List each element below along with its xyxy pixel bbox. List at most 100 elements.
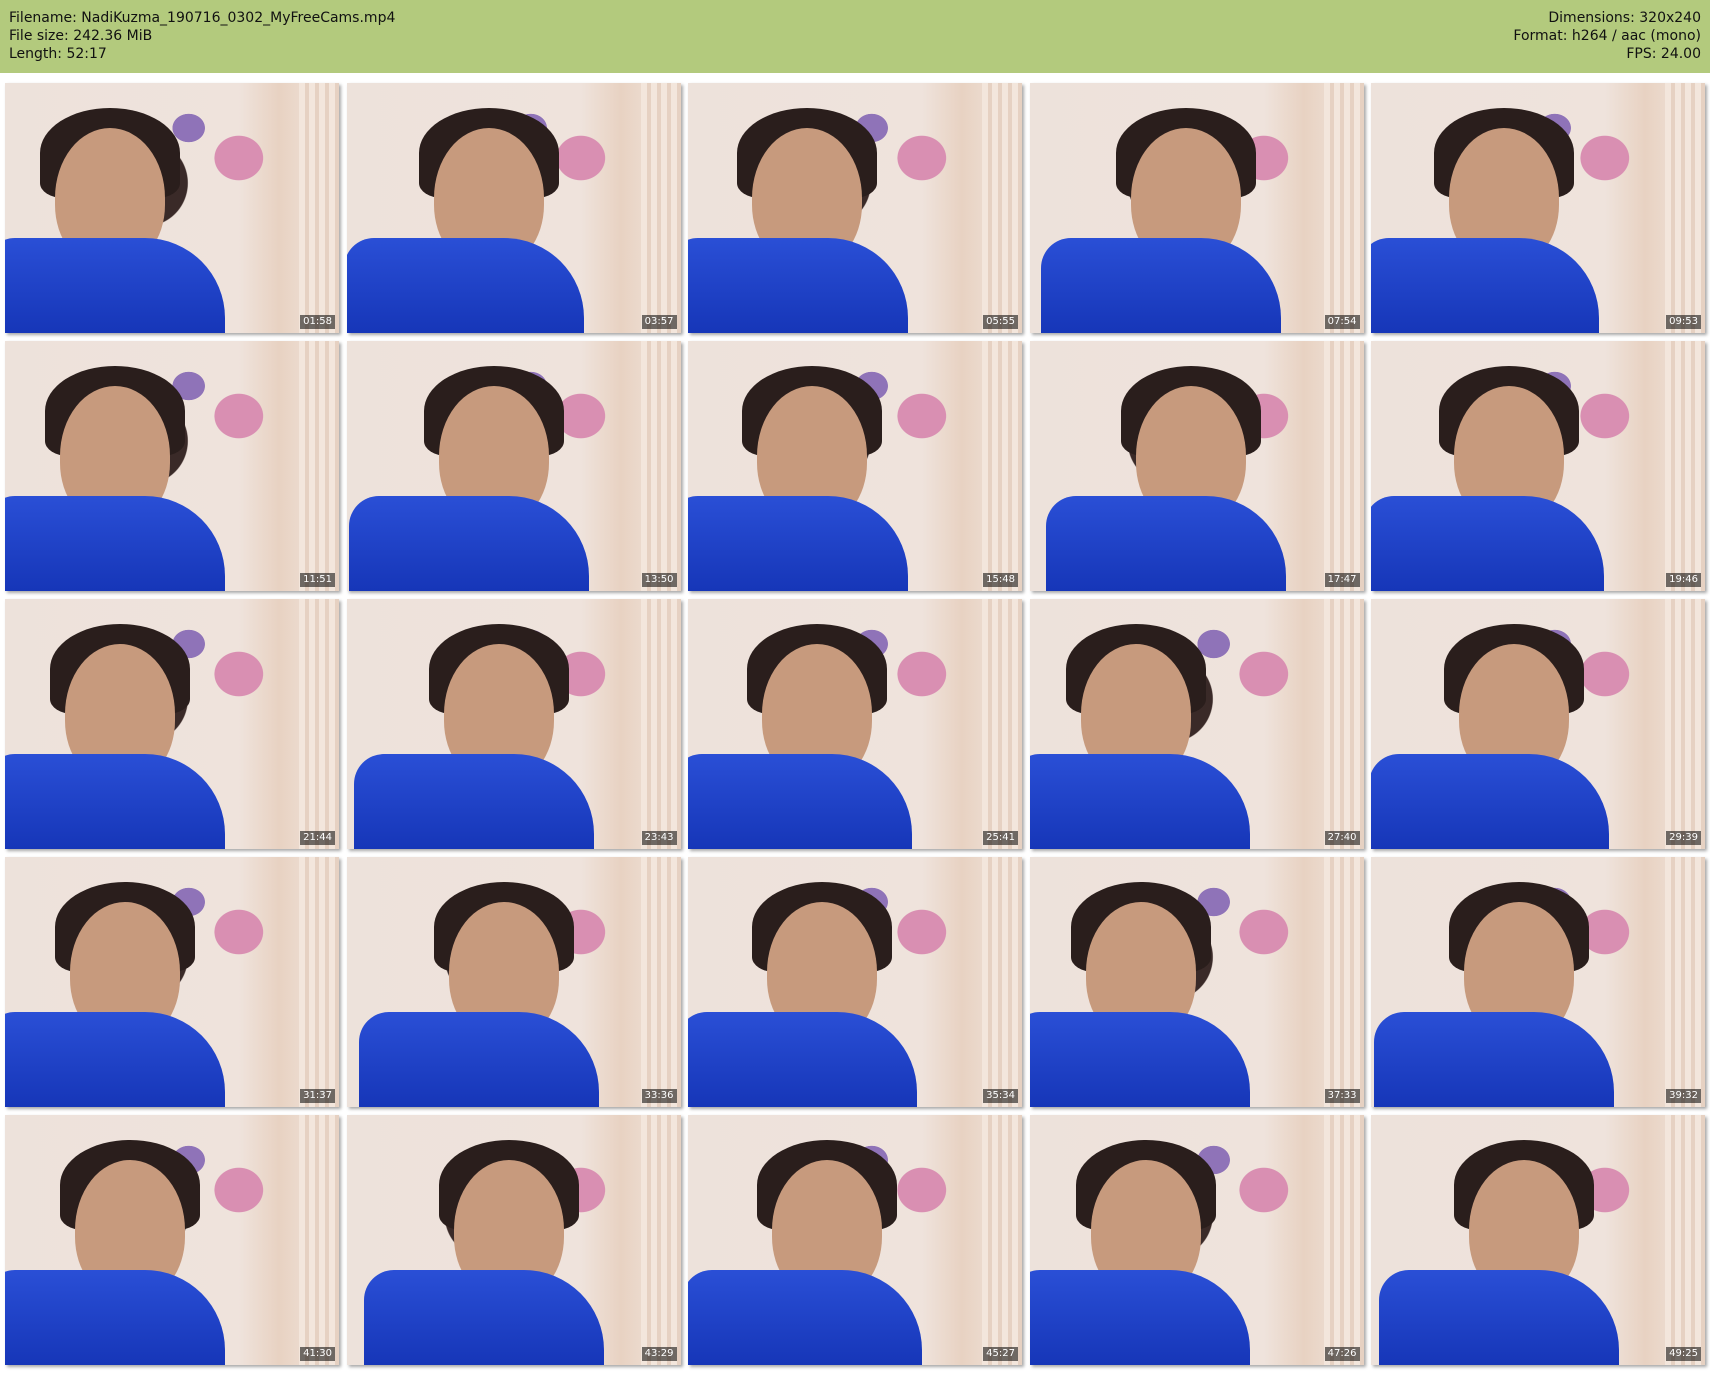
fps-text: FPS: 24.00	[1626, 46, 1701, 62]
curtain-background	[982, 341, 1022, 591]
video-frame-thumbnail: 19:46	[1371, 341, 1705, 591]
curtain-background	[299, 857, 339, 1107]
blue-dress-shape	[688, 238, 908, 333]
timestamp-label: 31:37	[300, 1089, 335, 1103]
timestamp-label: 25:41	[983, 831, 1018, 845]
video-frame-thumbnail: 35:34	[688, 857, 1022, 1107]
thumbnail-grid: 01:58 03:57 05:55 07:54 09:53 11:51 13:50 15:48…	[5, 83, 1705, 1365]
blue-dress-shape	[348, 496, 589, 591]
curtain-background	[982, 1115, 1022, 1365]
curtain-background	[1665, 1115, 1705, 1365]
timestamp-label: 21:44	[300, 831, 335, 845]
blue-dress-shape	[363, 1270, 604, 1365]
curtain-background	[1665, 83, 1705, 333]
blue-dress-shape	[688, 1270, 922, 1365]
blue-dress-shape	[1371, 754, 1609, 849]
blue-dress-shape	[5, 238, 225, 333]
video-frame-thumbnail: 43:29	[346, 1115, 681, 1365]
timestamp-label: 19:46	[1666, 573, 1701, 587]
timestamp-label: 41:30	[300, 1347, 335, 1361]
timestamp-label: 47:26	[1324, 1347, 1360, 1361]
blue-dress-shape	[1379, 1270, 1619, 1365]
timestamp-label: 45:27	[983, 1347, 1018, 1361]
curtain-background	[1665, 341, 1705, 591]
format-text: Format: h264 / aac (mono)	[1513, 28, 1701, 44]
timestamp-label: 11:51	[300, 573, 335, 587]
timestamp-label: 01:58	[300, 315, 335, 329]
video-frame-thumbnail: 09:53	[1371, 83, 1705, 333]
blue-dress-shape	[1029, 754, 1250, 849]
curtain-background	[640, 599, 681, 849]
curtain-background	[299, 341, 339, 591]
timestamp-label: 27:40	[1324, 831, 1360, 845]
curtain-background	[1323, 341, 1364, 591]
video-frame-thumbnail: 29:39	[1371, 599, 1705, 849]
video-frame-thumbnail: 25:41	[688, 599, 1022, 849]
video-frame-thumbnail: 47:26	[1029, 1115, 1364, 1365]
blue-dress-shape	[346, 238, 584, 333]
video-frame-thumbnail: 37:33	[1029, 857, 1364, 1107]
blue-dress-shape	[5, 1012, 225, 1107]
blue-dress-shape	[688, 1012, 917, 1107]
blue-dress-shape	[5, 754, 225, 849]
video-frame-thumbnail: 05:55	[688, 83, 1022, 333]
curtain-background	[982, 83, 1022, 333]
video-frame-thumbnail: 21:44	[5, 599, 339, 849]
video-frame-thumbnail: 41:30	[5, 1115, 339, 1365]
video-frame-thumbnail: 31:37	[5, 857, 339, 1107]
timestamp-label: 37:33	[1324, 1089, 1360, 1103]
video-frame-thumbnail: 01:58	[5, 83, 339, 333]
filename-text: Filename: NadiKuzma_190716_0302_MyFreeCa…	[9, 10, 396, 26]
timestamp-label: 05:55	[983, 315, 1018, 329]
curtain-background	[640, 1115, 681, 1365]
video-frame-thumbnail: 39:32	[1371, 857, 1705, 1107]
video-frame-thumbnail: 27:40	[1029, 599, 1364, 849]
curtain-background	[299, 1115, 339, 1365]
blue-dress-shape	[1045, 496, 1286, 591]
blue-dress-shape	[5, 496, 225, 591]
file-info-left: Filename: NadiKuzma_190716_0302_MyFreeCa…	[9, 9, 395, 63]
timestamp-label: 33:36	[641, 1089, 677, 1103]
timestamp-label: 03:57	[641, 315, 677, 329]
file-info-right: Dimensions: 320x240 Format: h264 / aac (…	[1513, 9, 1701, 63]
curtain-background	[982, 857, 1022, 1107]
timestamp-label: 07:54	[1324, 315, 1360, 329]
curtain-background	[1665, 857, 1705, 1107]
blue-dress-shape	[5, 1270, 225, 1365]
blue-dress-shape	[1040, 238, 1281, 333]
timestamp-label: 15:48	[983, 573, 1018, 587]
curtain-background	[1323, 1115, 1364, 1365]
blue-dress-shape	[688, 496, 908, 591]
timestamp-label: 17:47	[1324, 573, 1360, 587]
curtain-background	[640, 83, 681, 333]
video-frame-thumbnail: 49:25	[1371, 1115, 1705, 1365]
video-frame-thumbnail: 07:54	[1029, 83, 1364, 333]
curtain-background	[640, 341, 681, 591]
curtain-background	[1323, 83, 1364, 333]
timestamp-label: 29:39	[1666, 831, 1701, 845]
length-text: Length: 52:17	[9, 46, 107, 62]
curtain-background	[640, 857, 681, 1107]
timestamp-label: 09:53	[1666, 315, 1701, 329]
filesize-text: File size: 242.36 MiB	[9, 28, 153, 44]
blue-dress-shape	[1029, 1012, 1250, 1107]
curtain-background	[1323, 599, 1364, 849]
curtain-background	[982, 599, 1022, 849]
timestamp-label: 35:34	[983, 1089, 1018, 1103]
video-frame-thumbnail: 45:27	[688, 1115, 1022, 1365]
blue-dress-shape	[1374, 1012, 1614, 1107]
video-frame-thumbnail: 33:36	[346, 857, 681, 1107]
curtain-background	[1665, 599, 1705, 849]
timestamp-label: 39:32	[1666, 1089, 1701, 1103]
video-frame-thumbnail: 13:50	[346, 341, 681, 591]
blue-dress-shape	[358, 1012, 599, 1107]
curtain-background	[1323, 857, 1364, 1107]
curtain-background	[299, 83, 339, 333]
contact-sheet: Filename: NadiKuzma_190716_0302_MyFreeCa…	[0, 0, 1710, 1373]
timestamp-label: 43:29	[641, 1347, 677, 1361]
timestamp-label: 49:25	[1666, 1347, 1701, 1361]
timestamp-label: 23:43	[641, 831, 677, 845]
info-header: Filename: NadiKuzma_190716_0302_MyFreeCa…	[0, 0, 1710, 73]
timestamp-label: 13:50	[641, 573, 677, 587]
blue-dress-shape	[688, 754, 912, 849]
